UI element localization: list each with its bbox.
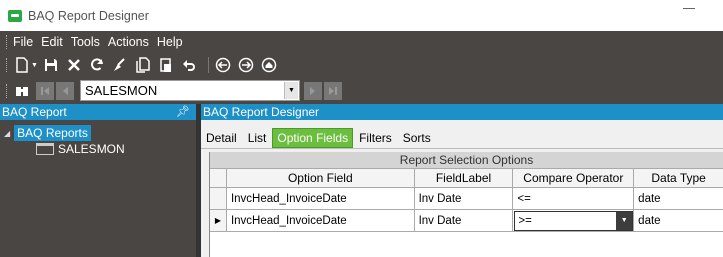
cell-option-field[interactable]: InvcHead_InvoiceDate: [227, 210, 415, 231]
new-dropdown-icon[interactable]: ▼: [31, 62, 38, 69]
menu-bar: File Edit Tools Actions Help: [0, 31, 723, 53]
report-icon: [36, 143, 54, 155]
grid-band-title: Report Selection Options: [210, 152, 723, 169]
tab-option-fields[interactable]: Option Fields: [272, 128, 354, 148]
forward-icon[interactable]: [237, 56, 255, 74]
tree-collapse-icon[interactable]: ◢: [4, 129, 10, 138]
designer-tabs: Detail List Option Fields Filters Sorts: [201, 125, 723, 149]
column-header-field-label[interactable]: FieldLabel: [414, 169, 514, 187]
home-icon[interactable]: [260, 56, 278, 74]
cell-compare-operator[interactable]: >= ▼: [513, 210, 635, 231]
cell-data-type[interactable]: date: [634, 210, 723, 231]
app-icon: [8, 9, 22, 22]
tab-detail[interactable]: Detail: [201, 128, 242, 148]
tree-panel: BAQ Report 📌︎ ◢ BAQ Reports SALESMON: [0, 104, 196, 257]
paste-icon[interactable]: [157, 56, 175, 74]
previous-record-icon[interactable]: [56, 81, 74, 100]
row-selector[interactable]: [210, 188, 227, 209]
toolbar-grip: [6, 58, 8, 72]
nav-toolbar-grip: [6, 83, 8, 98]
toolbar-separator: [208, 57, 209, 73]
row-selector[interactable]: ▶: [210, 210, 227, 231]
copy-icon[interactable]: [134, 56, 152, 74]
tree-panel-header: BAQ Report 📌︎: [0, 104, 196, 120]
row-selector-header: [210, 169, 227, 187]
menu-tools[interactable]: Tools: [71, 35, 100, 49]
tab-sorts[interactable]: Sorts: [398, 128, 436, 148]
standard-toolbar: ▼: [0, 53, 723, 77]
clear-icon[interactable]: [111, 56, 129, 74]
next-record-icon[interactable]: [304, 81, 322, 100]
designer-panel-title: BAQ Report Designer: [203, 105, 320, 119]
chevron-down-icon[interactable]: ▼: [284, 82, 298, 99]
first-record-icon[interactable]: [36, 81, 54, 100]
table-row[interactable]: InvcHead_InvoiceDate Inv Date <= date: [210, 188, 723, 210]
cell-field-label[interactable]: Inv Date: [415, 210, 514, 231]
delete-icon[interactable]: [65, 56, 83, 74]
tree-node-baq-reports[interactable]: ◢ BAQ Reports: [4, 125, 91, 141]
record-selector-value: SALESMON: [85, 83, 158, 98]
pin-icon[interactable]: 📌︎: [176, 105, 190, 118]
minimize-button[interactable]: [683, 8, 695, 9]
designer-panel-header: BAQ Report Designer: [201, 104, 723, 120]
cell-compare-operator[interactable]: <=: [513, 188, 635, 209]
table-row[interactable]: ▶ InvcHead_InvoiceDate Inv Date >= ▼ dat…: [210, 210, 723, 232]
save-icon[interactable]: [42, 56, 60, 74]
menu-file[interactable]: File: [13, 35, 33, 49]
compare-operator-value: >=: [518, 214, 532, 227]
menu-grip: [6, 35, 8, 49]
compare-operator-dropdown[interactable]: >= ▼: [514, 210, 634, 231]
column-header-compare-operator[interactable]: Compare Operator: [513, 169, 635, 187]
new-icon[interactable]: [13, 56, 31, 74]
menu-help[interactable]: Help: [157, 35, 183, 49]
cell-option-field[interactable]: InvcHead_InvoiceDate: [227, 188, 415, 209]
current-row-icon: ▶: [214, 216, 222, 225]
last-record-icon[interactable]: [324, 81, 342, 100]
back-icon[interactable]: [214, 56, 232, 74]
designer-panel: BAQ Report Designer Detail List Option F…: [201, 104, 723, 257]
cell-data-type[interactable]: date: [634, 188, 723, 209]
column-header-data-type[interactable]: Data Type: [634, 169, 723, 187]
window-title: BAQ Report Designer: [28, 8, 149, 23]
binoculars-icon[interactable]: [13, 82, 31, 100]
menu-actions[interactable]: Actions: [108, 35, 149, 49]
grid-header-row: Option Field FieldLabel Compare Operator…: [210, 169, 723, 188]
tree-node-label[interactable]: SALESMON: [58, 142, 125, 156]
tree-node-label[interactable]: BAQ Reports: [14, 125, 91, 141]
menu-edit[interactable]: Edit: [41, 35, 63, 49]
option-fields-grid: Report Selection Options Option Field Fi…: [209, 152, 723, 257]
undo-icon[interactable]: [180, 56, 198, 74]
cell-field-label[interactable]: Inv Date: [415, 188, 514, 209]
column-header-option-field[interactable]: Option Field: [226, 169, 415, 187]
refresh-icon[interactable]: [88, 56, 106, 74]
tab-filters[interactable]: Filters: [354, 128, 397, 148]
title-bar: BAQ Report Designer: [0, 0, 723, 31]
tree-node-salesmon[interactable]: SALESMON: [36, 142, 125, 156]
navigation-toolbar: SALESMON ▼: [0, 77, 723, 104]
record-selector[interactable]: SALESMON ▼: [80, 80, 300, 101]
chevron-down-icon[interactable]: ▼: [616, 211, 633, 230]
tree-panel-title: BAQ Report: [2, 105, 67, 119]
tab-list[interactable]: List: [243, 128, 272, 148]
